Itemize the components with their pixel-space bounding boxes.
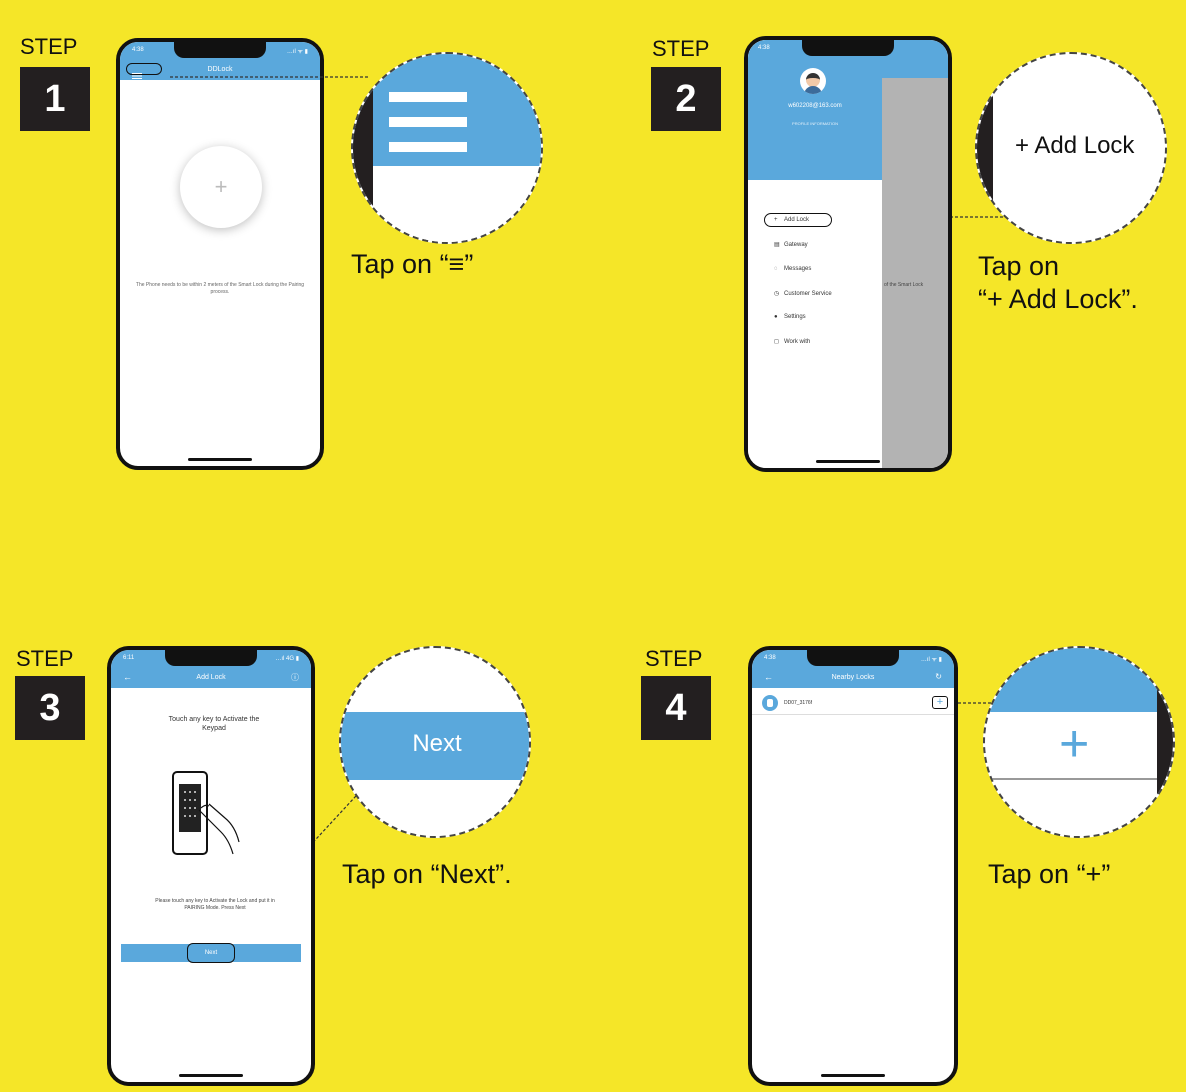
phone-notch	[802, 40, 894, 56]
app-title: Nearby Locks	[831, 674, 875, 681]
caption-step-4: Tap on “+”	[988, 859, 1111, 889]
step-4-label: STEP	[645, 646, 703, 671]
plus-icon-zoomed: +	[1059, 715, 1090, 773]
activate-heading: Touch any key to Activate the Keypad	[168, 716, 260, 732]
step-2-number: 2	[651, 67, 721, 131]
zoom-circle-step-3: Next	[339, 646, 531, 838]
home-indicator	[816, 460, 880, 463]
pairing-instruction: Please touch any key to Activate the Loc…	[155, 898, 275, 911]
caption-step-2-line-1: Tap on	[978, 251, 1060, 281]
menu-item-settings[interactable]: ● Settings	[774, 314, 806, 320]
gear-icon: ●	[774, 314, 778, 320]
home-indicator	[179, 1074, 243, 1077]
hamburger-menu-icon-zoomed	[389, 92, 467, 152]
phone-notch	[807, 650, 899, 666]
caption-step-3: Tap on “Next”.	[342, 859, 512, 889]
menu-item-add-lock[interactable]: + Add Lock	[774, 217, 809, 223]
device-row[interactable]: DD07_3176f +	[752, 692, 954, 715]
status-icons: …ıl 4G ▮	[275, 656, 299, 662]
step-3-label: STEP	[16, 646, 74, 671]
message-icon: ◌	[774, 266, 778, 272]
status-time: 6:11	[123, 655, 135, 661]
next-highlight	[187, 943, 235, 963]
zoom-circle-step-1	[351, 52, 543, 244]
zoom-circle-step-2: + Add Lock	[975, 52, 1167, 244]
home-indicator	[821, 1074, 885, 1077]
status-time: 4:38	[758, 45, 770, 51]
keypad-illustration	[172, 771, 240, 855]
app-title: Add Lock	[196, 674, 226, 681]
gateway-icon: ▤	[774, 242, 780, 248]
status-time: 4:38	[764, 655, 776, 661]
phone-step-4: 4:38 …ıl ᯤ ▮ ← Nearby Locks ↻ DD07_3176f…	[748, 646, 958, 1086]
status-icons: …ıl ᯤ ▮	[920, 657, 942, 663]
avatar[interactable]	[800, 68, 826, 94]
device-name: DD07_3176f	[784, 700, 813, 706]
menu-item-work-with[interactable]: ◻ Work with	[774, 338, 810, 345]
caption-step-1: Tap on “≡”	[351, 249, 474, 279]
dimmed-overlay[interactable]: of the Smart Lock	[882, 40, 948, 468]
phone-notch	[165, 650, 257, 666]
phone-step-2: of the Smart Lock 4:38 w602208@163.com P…	[744, 36, 952, 472]
drawer-header: 4:38 w602208@163.com PROFILE INFORMATION	[748, 40, 882, 180]
overlay-hint: of the Smart Lock	[884, 282, 924, 288]
menu-item-gateway[interactable]: ▤ Gateway	[774, 241, 808, 248]
step-4-number: 4	[641, 676, 711, 740]
add-device-plus-button[interactable]: +	[932, 696, 948, 709]
refresh-icon[interactable]: ↻	[935, 672, 942, 681]
help-icon[interactable]: ⓘ	[291, 672, 299, 683]
bookmark-icon: ◻	[774, 339, 779, 345]
add-lock-zoomed-label: + Add Lock	[1015, 132, 1135, 159]
caption-step-2-line-2: “+ Add Lock”.	[978, 284, 1138, 314]
zoom-circle-step-4: +	[983, 646, 1175, 838]
step-3-number: 3	[15, 676, 85, 740]
menu-item-messages[interactable]: ◌ Messages	[774, 266, 811, 272]
user-email: w602208@163.com	[788, 103, 842, 109]
next-zoomed-label: Next	[412, 730, 462, 757]
lock-device-icon	[762, 695, 778, 711]
plus-icon: +	[774, 217, 778, 223]
side-drawer: 4:38 w602208@163.com PROFILE INFORMATION…	[748, 40, 882, 468]
phone-notch	[174, 42, 266, 58]
headset-icon: ◷	[774, 291, 780, 297]
profile-subtitle: PROFILE INFORMATION	[792, 121, 838, 126]
phone-step-3: 6:11 …ıl 4G ▮ ← Add Lock ⓘ Touch any key…	[107, 646, 315, 1086]
menu-item-customer-service[interactable]: ◷ Customer Service	[774, 290, 832, 297]
step-2-label: STEP	[652, 36, 710, 61]
